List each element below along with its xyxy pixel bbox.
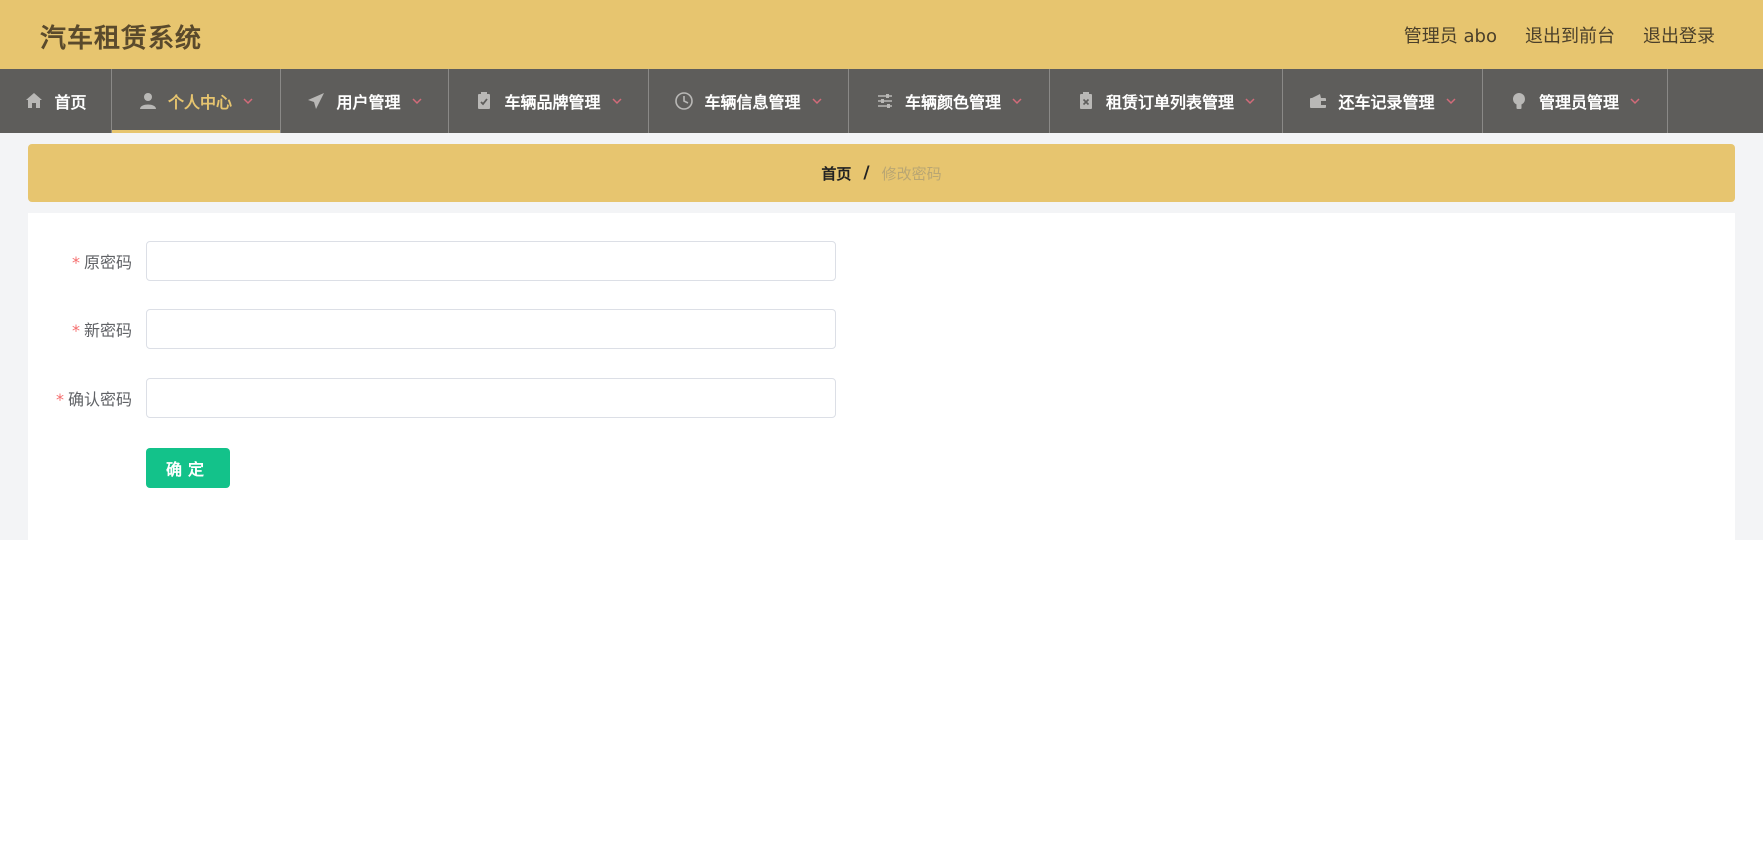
nav-item-vehicle-info-management[interactable]: 车辆信息管理: [649, 69, 849, 133]
chevron-down-icon: [1445, 95, 1457, 107]
nav-item-user-management[interactable]: 用户管理: [281, 69, 449, 133]
header-links: 管理员 abo 退出到前台 退出登录: [1404, 22, 1715, 48]
confirm-button[interactable]: 确定: [146, 448, 230, 488]
chevron-down-icon: [1629, 95, 1641, 107]
nav-label: 个人中心: [167, 93, 232, 112]
nav-item-admin-management[interactable]: 管理员管理: [1483, 69, 1668, 133]
new-password-label: * 新密码: [71, 321, 132, 340]
nav-label: 用户管理: [336, 93, 401, 112]
chevron-down-icon: [411, 95, 423, 107]
wallet-icon: [1308, 91, 1328, 111]
nav-item-color-management[interactable]: 车辆颜色管理: [849, 69, 1050, 133]
sliders-icon: [875, 91, 895, 111]
nav-label: 管理员管理: [1538, 93, 1619, 112]
nav-item-brand-management[interactable]: 车辆品牌管理: [449, 69, 649, 133]
paper-plane-icon: [306, 91, 326, 111]
nav-item-home[interactable]: 首页: [0, 69, 112, 133]
lightbulb-icon: [1509, 91, 1529, 111]
chevron-down-icon: [811, 95, 823, 107]
chevron-down-icon: [242, 95, 254, 107]
breadcrumb-home-link[interactable]: 首页: [821, 163, 851, 184]
user-icon: [138, 91, 158, 111]
chevron-down-icon: [1244, 95, 1256, 107]
old-password-input[interactable]: [146, 241, 836, 281]
chevron-down-icon: [611, 95, 623, 107]
clipboard-check-icon: [474, 91, 494, 111]
nav-item-personal-center[interactable]: 个人中心: [112, 69, 281, 133]
nav-item-rental-order-management[interactable]: 租赁订单列表管理: [1050, 69, 1283, 133]
new-password-input[interactable]: [146, 309, 836, 349]
nav-label: 车辆品牌管理: [504, 93, 601, 112]
nav-label: 车辆信息管理: [704, 93, 801, 112]
admin-user-link[interactable]: 管理员 abo: [1404, 22, 1497, 48]
breadcrumb-current: 修改密码: [881, 164, 942, 183]
form-row-confirm-password: * 确认密码: [28, 378, 836, 418]
breadcrumb: 首页 / 修改密码: [28, 144, 1735, 202]
nav-item-return-record-management[interactable]: 还车记录管理: [1283, 69, 1483, 133]
nav-label: 首页: [54, 93, 87, 112]
home-icon: [24, 91, 44, 111]
clipboard-x-icon: [1076, 91, 1096, 111]
logout-link[interactable]: 退出登录: [1643, 22, 1715, 48]
form-row-old-password: * 原密码: [28, 241, 836, 281]
form-row-new-password: * 新密码: [28, 309, 836, 349]
main-nav: 首页 个人中心 用户管理 车辆品牌管理 车辆信息管理 车辆颜色管理 租赁订单列表…: [0, 69, 1763, 133]
nav-label: 租赁订单列表管理: [1105, 93, 1234, 112]
nav-label: 车辆颜色管理: [904, 93, 1001, 112]
app-title: 汽车租赁系统: [40, 24, 203, 54]
chevron-down-icon: [1011, 95, 1023, 107]
exit-to-frontend-link[interactable]: 退出到前台: [1525, 22, 1615, 48]
breadcrumb-separator: /: [863, 163, 870, 183]
confirm-password-label: * 确认密码: [55, 390, 132, 409]
confirm-password-input[interactable]: [146, 378, 836, 418]
change-password-form: * 原密码 * 新密码 * 确认密码 确定: [28, 213, 1735, 540]
clock-icon: [674, 91, 694, 111]
top-header: 汽车租赁系统 管理员 abo 退出到前台 退出登录: [0, 0, 1763, 69]
nav-label: 还车记录管理: [1338, 93, 1435, 112]
old-password-label: * 原密码: [71, 253, 132, 272]
